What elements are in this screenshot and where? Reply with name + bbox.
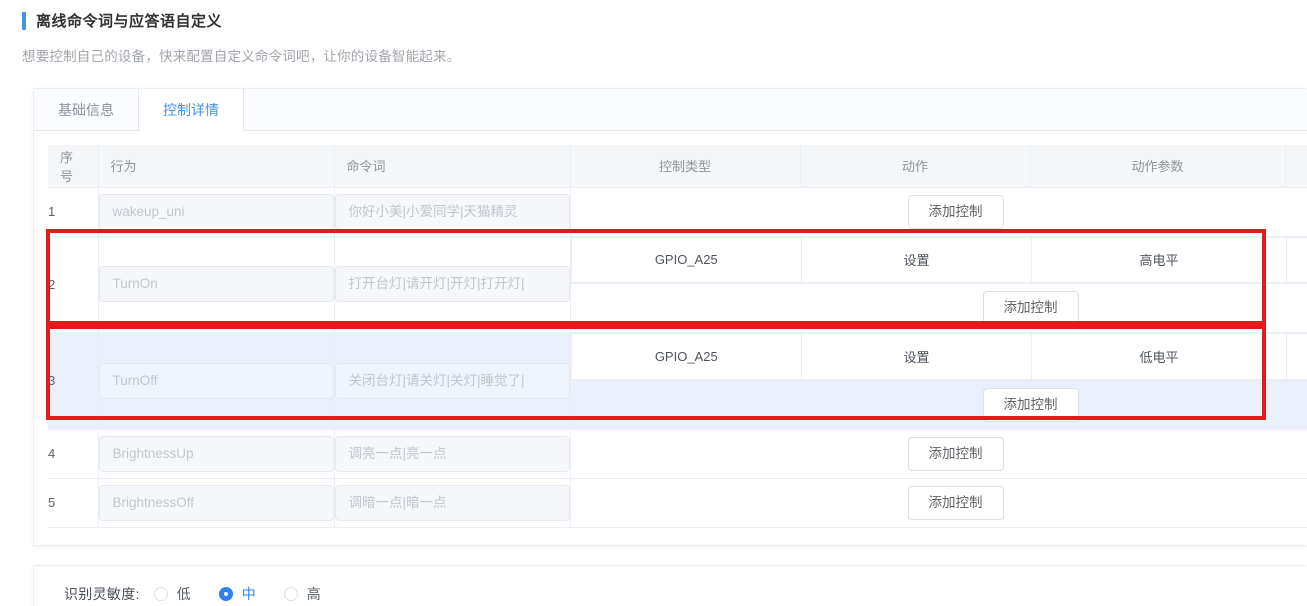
control-row: GPIO_A25 设置 高电平	[571, 237, 1307, 283]
tab-basic-info[interactable]: 基础信息	[34, 89, 139, 131]
table-row: 3 TurnOff 关闭台灯|请关灯|关灯|睡觉了| GPIO_A25 设置 低…	[48, 332, 1307, 430]
control-param-value: 低电平	[1031, 334, 1287, 380]
column-header-index: 序号	[48, 145, 99, 188]
control-row: GPIO_A25 设置 低电平	[571, 334, 1307, 380]
table-row: 5 BrightnessOff 调暗一点|暗一点 添加控制	[48, 478, 1307, 528]
control-subtable: GPIO_A25 设置 高电平	[571, 237, 1307, 283]
command-input[interactable]: 你好小美|小爱同学|天猫精灵	[334, 193, 570, 230]
column-header-spacer	[1285, 145, 1307, 188]
command-table-wrap: 序号 行为 命令词 控制类型 动作 动作参数 1 wakeup_uni 你好小美…	[34, 131, 1307, 528]
behavior-input[interactable]: TurnOn	[98, 266, 334, 303]
control-spacer	[1286, 334, 1307, 380]
sensitivity-label: 识别灵敏度:	[64, 586, 140, 602]
command-cell: 打开台灯|请开灯|开灯|打开灯|	[334, 236, 571, 333]
command-input[interactable]: 打开台灯|请开灯|开灯|打开灯|	[334, 266, 570, 303]
add-control-row: 添加控制	[571, 479, 1307, 527]
table-header: 序号 行为 命令词 控制类型 动作 动作参数	[48, 145, 1307, 188]
sensitivity-option-low[interactable]: 低	[153, 584, 191, 604]
title-row: 离线命令词与应答语自定义	[0, 0, 1307, 31]
add-control-button[interactable]: 添加控制	[907, 436, 1004, 471]
control-subtable-wrap: GPIO_A25 设置 高电平	[570, 236, 1307, 284]
table-header-row: 序号 行为 命令词 控制类型 动作 动作参数	[48, 145, 1307, 188]
add-control-button[interactable]: 添加控制	[907, 485, 1004, 520]
row-index: 3	[48, 332, 99, 430]
page-header: 离线命令词与应答语自定义 想要控制自己的设备，快来配置自定义命令词吧，让你的设备…	[0, 0, 1307, 65]
command-table: 序号 行为 命令词 控制类型 动作 动作参数 1 wakeup_uni 你好小美…	[48, 145, 1307, 528]
control-area: 添加控制	[570, 478, 1307, 528]
control-detail-card: 基础信息 控制详情 序号 行为 命令词 控制类型 动作 动作参数 1 wakeu…	[33, 88, 1307, 546]
behavior-input[interactable]: BrightnessUp	[98, 435, 334, 472]
command-cell: 关闭台灯|请关灯|关灯|睡觉了|	[334, 332, 571, 430]
sensitivity-option-label: 高	[306, 586, 321, 602]
column-header-behavior: 行为	[98, 145, 335, 188]
behavior-input[interactable]: BrightnessOff	[98, 484, 334, 521]
add-control-row: 添加控制	[571, 188, 1307, 236]
behavior-cell: wakeup_uni	[98, 187, 335, 237]
control-action-value: 设置	[801, 334, 1032, 380]
tab-bar: 基础信息 控制详情	[34, 89, 1307, 131]
row-index: 2	[48, 236, 99, 333]
sensitivity-card: 识别灵敏度: 低 中 高	[33, 565, 1307, 606]
tab-control-detail[interactable]: 控制详情	[139, 89, 244, 131]
control-spacer	[1286, 237, 1307, 283]
radio-dot-icon	[218, 587, 233, 601]
command-cell: 调暗一点|暗一点	[334, 478, 571, 528]
control-area: 添加控制	[570, 187, 1307, 237]
tab-filler	[244, 89, 1307, 130]
add-control-button[interactable]: 添加控制	[907, 194, 1004, 229]
radio-dot-icon	[283, 587, 298, 601]
column-header-action-param: 动作参数	[1030, 145, 1286, 188]
control-area: 添加控制	[570, 429, 1307, 479]
table-body: 1 wakeup_uni 你好小美|小爱同学|天猫精灵 添加控制 2 TurnO…	[48, 187, 1307, 528]
sensitivity-option-medium[interactable]: 中	[218, 584, 256, 604]
behavior-cell: BrightnessOff	[98, 478, 335, 528]
control-param-value: 高电平	[1031, 237, 1287, 283]
page-subtitle: 想要控制自己的设备，快来配置自定义命令词吧，让你的设备智能起来。	[22, 49, 461, 64]
command-input[interactable]: 调暗一点|暗一点	[334, 484, 570, 521]
accent-bar-icon	[22, 11, 26, 30]
control-type-value: GPIO_A25	[571, 334, 802, 380]
sensitivity-option-label: 低	[176, 586, 191, 602]
add-control-row: 添加控制	[571, 381, 1307, 429]
behavior-input[interactable]: wakeup_uni	[98, 193, 334, 230]
behavior-cell: BrightnessUp	[98, 429, 335, 479]
table-row: 4 BrightnessUp 调亮一点|亮一点 添加控制	[48, 429, 1307, 479]
column-header-control-type: 控制类型	[570, 145, 801, 188]
table-row: 2 TurnOn 打开台灯|请开灯|开灯|打开灯| GPIO_A25 设置 高电…	[48, 236, 1307, 333]
sensitivity-option-high[interactable]: 高	[283, 584, 321, 604]
radio-dot-icon	[153, 587, 168, 601]
command-cell: 调亮一点|亮一点	[334, 429, 571, 479]
control-subtable-wrap: GPIO_A25 设置 低电平	[570, 333, 1307, 381]
control-action-value: 设置	[801, 237, 1032, 283]
command-input[interactable]: 调亮一点|亮一点	[334, 435, 570, 472]
add-control-row: 添加控制	[571, 430, 1307, 478]
command-input[interactable]: 关闭台灯|请关灯|关灯|睡觉了|	[334, 362, 570, 399]
add-control-button[interactable]: 添加控制	[982, 387, 1079, 422]
behavior-cell: TurnOff	[98, 332, 335, 430]
control-area: GPIO_A25 设置 低电平 添加控制	[570, 332, 1307, 430]
control-type-value: GPIO_A25	[571, 237, 802, 283]
column-header-command: 命令词	[334, 145, 571, 188]
behavior-input[interactable]: TurnOff	[98, 362, 334, 399]
control-subtable: GPIO_A25 设置 低电平	[571, 334, 1307, 380]
add-control-button[interactable]: 添加控制	[982, 291, 1079, 325]
column-header-action: 动作	[800, 145, 1031, 188]
control-area: GPIO_A25 设置 高电平 添加控制	[570, 236, 1307, 333]
behavior-cell: TurnOn	[98, 236, 335, 333]
row-index: 4	[48, 429, 99, 479]
command-cell: 你好小美|小爱同学|天猫精灵	[334, 187, 571, 237]
row-index: 1	[48, 187, 99, 237]
sensitivity-option-label: 中	[241, 586, 256, 602]
table-row: 1 wakeup_uni 你好小美|小爱同学|天猫精灵 添加控制	[48, 187, 1307, 237]
row-index: 5	[48, 478, 99, 528]
add-control-row: 添加控制	[571, 284, 1307, 332]
page-title: 离线命令词与应答语自定义	[36, 13, 223, 30]
